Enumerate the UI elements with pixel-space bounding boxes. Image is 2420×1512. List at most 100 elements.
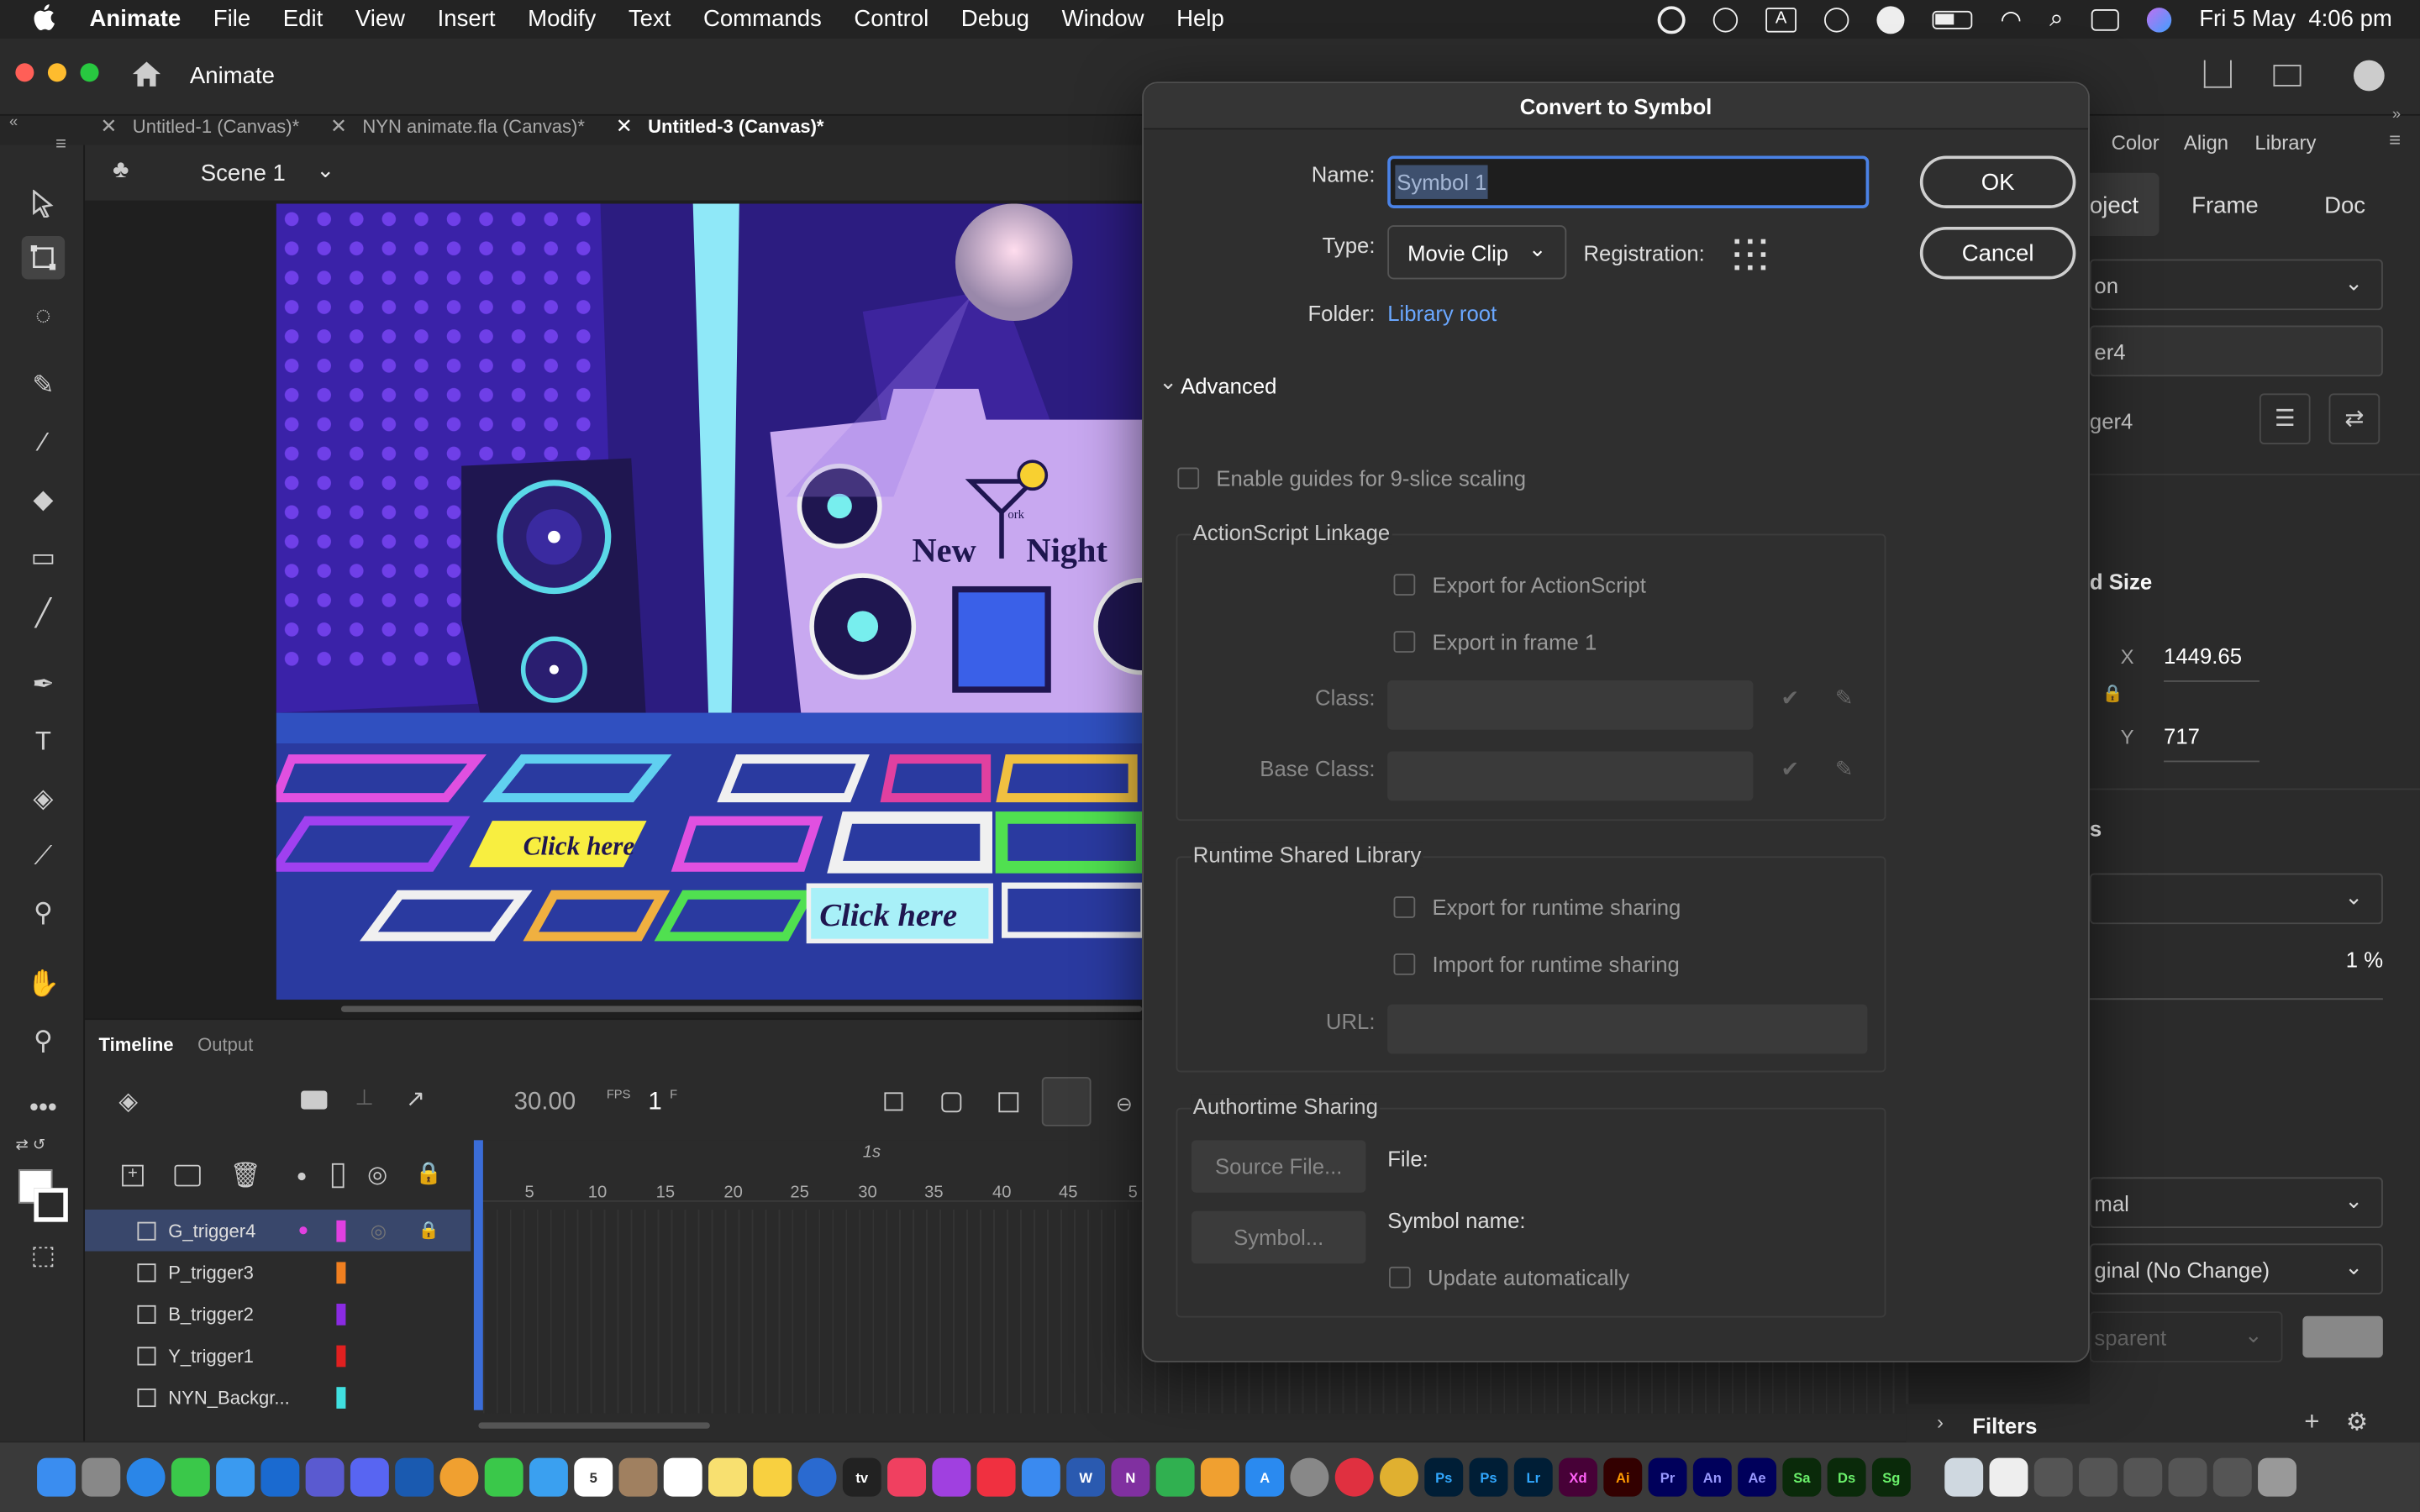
dimension-icon[interactable]: Ds [1827,1457,1866,1497]
edit-toolbar-icon[interactable]: ⬚ [22,1234,65,1277]
test-movie-icon[interactable] [2353,60,2385,92]
menu-app-name[interactable]: Animate [90,6,182,32]
symbol-button[interactable]: Symbol... [1191,1210,1366,1264]
remove-tween-icon[interactable]: ⊖ [1116,1092,1133,1116]
x-value[interactable]: 1449.65 [2164,643,2260,682]
tab-frame[interactable]: Frame [2191,193,2259,219]
stroke-color-swatch[interactable] [34,1188,68,1222]
layer-name[interactable]: Y_trigger1 [168,1345,254,1367]
lasso-tool-icon[interactable]: ◌ [22,295,65,338]
layer-row[interactable]: G_trigger4 ◎ 🔒 [85,1209,471,1252]
xd-icon[interactable]: Xd [1559,1457,1597,1497]
frame-value[interactable]: 1 [648,1089,661,1117]
eraser-tool-icon[interactable]: ◆ [22,478,65,521]
delete-layer-icon[interactable]: 🗑 [230,1160,261,1191]
menu-file[interactable]: File [213,6,250,32]
trash-icon[interactable] [2258,1457,2297,1497]
chevron-down-icon[interactable]: ⌄ [317,157,335,183]
menu-control[interactable]: Control [854,6,929,32]
collapse-icon[interactable]: « [9,114,18,131]
tab-untitled-1[interactable]: ✕ Untitled-1 (Canvas)* [85,108,315,145]
stickies-icon[interactable] [753,1457,792,1497]
export-actionscript-checkbox[interactable] [1393,574,1416,596]
layer-name[interactable]: P_trigger3 [168,1262,254,1284]
teams-icon[interactable] [305,1457,345,1497]
playhead[interactable] [473,1140,483,1410]
gear-icon[interactable]: ⚙ [2346,1407,2368,1438]
eye-hide-icon[interactable]: ◎ [367,1160,387,1188]
tweetbot-icon[interactable] [529,1457,568,1497]
menu-view[interactable]: View [355,6,405,32]
layers-icon[interactable]: ◈ [118,1086,138,1117]
render-dropdown[interactable]: ginal (No Change) ⌄ [2089,1243,2383,1294]
tab-color[interactable]: Color [2112,131,2160,155]
close-icon[interactable]: ✕ [100,114,117,139]
calendar-icon[interactable]: 5 [574,1457,613,1497]
percent-slider[interactable] [2089,998,2383,1000]
workspace-icon[interactable] [2273,65,2302,87]
layer-name[interactable]: B_trigger2 [168,1303,254,1325]
app-store-icon[interactable]: A [1245,1457,1285,1497]
mail-icon[interactable] [216,1457,255,1497]
minimize-window-icon[interactable] [47,63,66,82]
base-class-input[interactable] [1387,751,1754,801]
graph-icon[interactable]: ↗ [406,1084,425,1112]
timeline-scrollbar[interactable] [478,1422,710,1429]
photoshop-icon[interactable]: Ps [1424,1457,1464,1497]
app-store-alt-icon[interactable] [395,1457,434,1497]
layer-row[interactable]: B_trigger2 [85,1293,471,1335]
close-window-icon[interactable] [15,63,34,82]
lightroom-icon[interactable]: Lr [1513,1457,1553,1497]
filter-settings-icon[interactable]: ☰ [2259,393,2311,444]
system-settings-icon[interactable] [1290,1457,1329,1497]
pencil-icon[interactable]: ✎ [1835,756,1854,782]
background-color-swatch[interactable] [2302,1315,2383,1358]
more-tools-icon[interactable]: ••• [22,1086,65,1129]
window-thumbnail-icon[interactable] [2212,1457,2252,1497]
share-icon[interactable] [2203,60,2232,88]
reminders-icon[interactable] [663,1457,702,1497]
safari-icon[interactable] [126,1457,166,1497]
edit-symbols-icon[interactable]: ♣ [113,157,129,185]
auto-keyframe-icon[interactable] [1041,1077,1092,1126]
menu-commands[interactable]: Commands [703,6,822,32]
datetime[interactable]: Fri 5 May 4:06 pm [2199,6,2392,32]
control-center-icon[interactable] [2091,8,2119,30]
tab-output[interactable]: Output [197,1034,253,1056]
class-input[interactable] [1387,680,1754,730]
menu-edit[interactable]: Edit [283,6,323,32]
layer-name[interactable]: NYN_Backgr... [168,1386,290,1408]
layer-row[interactable]: Y_trigger1 [85,1335,471,1377]
window-thumbnail-icon[interactable] [2123,1457,2163,1497]
layer-color-swatch[interactable] [336,1219,346,1242]
photoshop-beta-icon[interactable]: Ps [1469,1457,1508,1497]
creative-cloud-icon[interactable] [1657,5,1686,34]
apple-icon[interactable] [31,3,59,36]
tab-timeline[interactable]: Timeline [99,1034,174,1056]
hand-tool-icon[interactable]: ✋ [22,963,65,1005]
checkmark-icon[interactable]: ✔ [1781,685,1800,711]
rectangle-tool-icon[interactable]: ▭ [22,537,65,580]
update-auto-checkbox[interactable] [1389,1266,1411,1289]
finder-icon[interactable] [37,1457,76,1497]
source-file-button[interactable]: Source File... [1191,1140,1366,1193]
contacts-icon[interactable] [618,1457,658,1497]
layer-row[interactable]: NYN_Backgr... [85,1376,471,1418]
animate-icon[interactable]: An [1692,1457,1732,1497]
paint-bucket-tool-icon[interactable]: ◈ [22,778,65,821]
siri-icon[interactable] [2146,7,2172,32]
photos-icon[interactable] [439,1457,479,1497]
brush-tool-icon[interactable]: ✎ [22,364,65,407]
export-frame1-checkbox[interactable] [1393,631,1416,653]
quicktime-icon[interactable] [797,1457,837,1497]
document-icon[interactable] [1989,1457,2028,1497]
advanced-toggle[interactable]: Advanced [1181,373,1276,397]
pen-tool-icon[interactable]: ✒ [22,664,65,706]
import-runtime-checkbox[interactable] [1393,953,1416,975]
swap-symbol-icon[interactable]: ⇄ [2328,393,2381,444]
new-layer-icon[interactable]: + [122,1164,144,1187]
layer-color-swatch[interactable] [336,1386,346,1408]
selection-tool-icon[interactable] [22,182,65,225]
percent-value[interactable]: 1 % [2346,948,2383,972]
pencil-icon[interactable]: ✎ [1835,685,1854,711]
